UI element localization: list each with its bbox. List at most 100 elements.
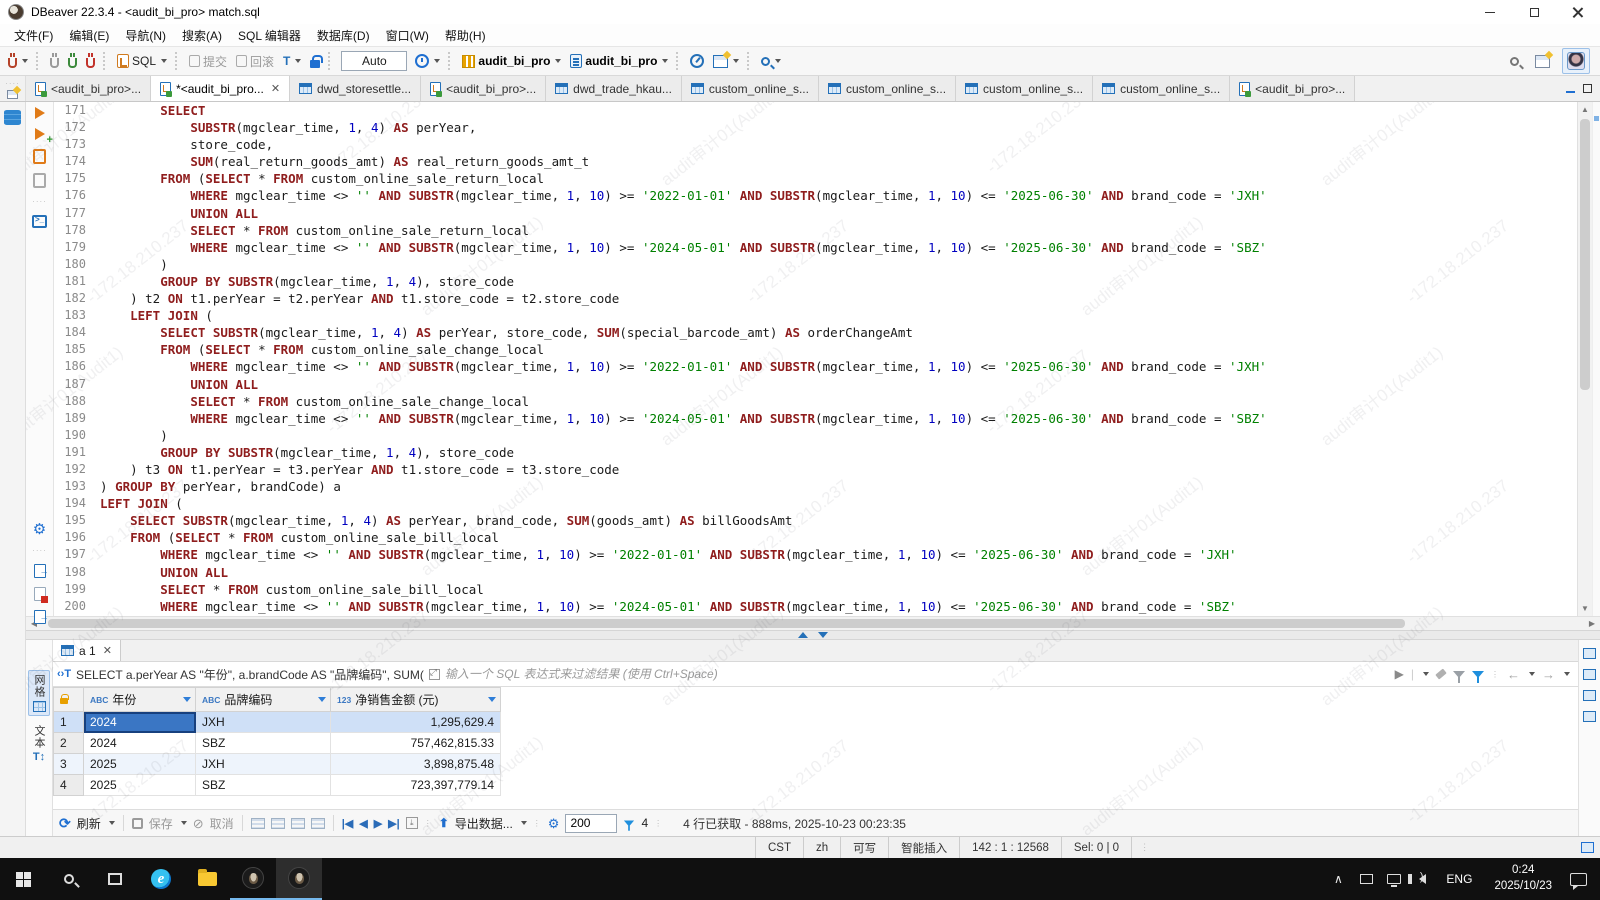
gear-icon[interactable]: ⚙ — [33, 522, 46, 537]
delete-row-icon[interactable] — [291, 818, 305, 829]
export-script-icon[interactable] — [34, 564, 46, 578]
database-selector[interactable]: audit_bi_pro — [458, 51, 565, 71]
close-icon[interactable]: ✕ — [271, 82, 280, 95]
database-navigator-icon[interactable] — [4, 110, 21, 125]
quick-access-search-button[interactable] — [1506, 54, 1523, 69]
table-row[interactable]: 32025JXH3,898,875.48 — [54, 754, 501, 775]
duplicate-row-icon[interactable] — [271, 818, 285, 829]
column-header[interactable]: ABC品牌编码 — [196, 688, 331, 712]
menu-item[interactable]: 窗口(W) — [378, 24, 437, 47]
menu-item[interactable]: SQL 编辑器 — [230, 24, 309, 47]
last-row-icon[interactable]: ▶| — [388, 817, 400, 830]
editor-tab[interactable]: *<audit_bi_pro... ✕ — [151, 76, 290, 101]
reconnect-button[interactable] — [64, 52, 81, 71]
connect-button[interactable] — [46, 52, 63, 71]
table-row[interactable]: 22024SBZ757,462,815.33 — [54, 733, 501, 754]
chevron-down-icon[interactable] — [1564, 672, 1570, 676]
editor-tab[interactable]: custom_online_s... — [1093, 76, 1230, 101]
custom-filter-icon[interactable] — [1472, 671, 1484, 678]
status-cell[interactable]: zh — [803, 837, 840, 858]
grid-cell[interactable]: 2025 — [84, 754, 196, 775]
grid-cell[interactable]: SBZ — [196, 733, 331, 754]
editor-tab[interactable]: <audit_bi_pro>... — [26, 76, 151, 101]
add-row-icon[interactable] — [251, 818, 265, 829]
open-perspective-button[interactable] — [1531, 52, 1554, 71]
sql-console-icon[interactable] — [32, 215, 47, 228]
apply-filter-icon[interactable]: ▶ — [1395, 667, 1404, 681]
row-number[interactable]: 4 — [54, 775, 84, 796]
editor-tab[interactable]: custom_online_s... — [682, 76, 819, 101]
editor-tab[interactable]: <audit_bi_pro>... — [1230, 76, 1355, 101]
table-row[interactable]: 42025SBZ723,397,779.14 — [54, 775, 501, 796]
maximize-panel-button[interactable] — [1583, 84, 1592, 93]
expand-up-icon[interactable] — [798, 632, 808, 638]
close-button[interactable] — [1556, 0, 1600, 24]
grid-cell[interactable]: JXH — [196, 712, 331, 733]
search-button[interactable] — [757, 54, 785, 69]
status-cell[interactable]: 142 : 1 : 12568 — [959, 837, 1061, 858]
fetch-page-icon[interactable]: ⤓ — [406, 817, 418, 829]
expand-filter-icon[interactable] — [429, 669, 440, 680]
filter-expression-input[interactable] — [445, 667, 1390, 681]
grid-corner-cell[interactable] — [54, 688, 84, 712]
grid-cell[interactable]: SBZ — [196, 775, 331, 796]
restore-panels-button[interactable]: ···· — [0, 76, 26, 101]
volume-tray-icon[interactable] — [1410, 865, 1434, 893]
grid-cell[interactable]: 2024 — [84, 733, 196, 754]
keyboard-tray-icon[interactable] — [1354, 865, 1378, 893]
maximize-button[interactable] — [1512, 0, 1556, 24]
minimize-panel-button[interactable] — [1566, 85, 1575, 93]
rollback-button[interactable]: 回滚 — [232, 50, 278, 73]
row-number[interactable]: 3 — [54, 754, 84, 775]
calc-panel-icon[interactable] — [1583, 669, 1596, 680]
editor-horizontal-scrollbar[interactable]: ◀ ▶ — [26, 616, 1600, 630]
explain-plan-icon[interactable] — [33, 173, 46, 188]
chevron-down-icon[interactable] — [1529, 672, 1535, 676]
presentation-tab-text[interactable]: 文本 T↕ — [29, 722, 49, 766]
sort-icon[interactable] — [183, 697, 191, 702]
cancel-button[interactable]: 取消 — [210, 815, 234, 832]
edit-row-icon[interactable] — [311, 818, 325, 829]
menu-item[interactable]: 搜索(A) — [174, 24, 230, 47]
erase-filter-icon[interactable] — [1435, 668, 1447, 679]
table-row[interactable]: 12024JXH1,295,629.4 — [54, 712, 501, 733]
scroll-up-icon[interactable]: ▲ — [1578, 102, 1592, 117]
chevron-down-icon[interactable] — [1423, 672, 1429, 676]
remove-filter-icon[interactable] — [1453, 671, 1465, 678]
dbeaver-taskbar-button[interactable] — [230, 858, 276, 900]
back-icon[interactable]: ← — [1507, 667, 1520, 682]
next-row-icon[interactable]: ▶ — [374, 817, 382, 830]
editor-tab[interactable]: dwd_trade_hkau... — [546, 76, 682, 101]
status-cell[interactable]: Sel: 0 | 0 — [1061, 837, 1132, 858]
close-icon[interactable]: ✕ — [103, 644, 112, 657]
chevron-down-icon[interactable] — [181, 821, 187, 825]
problems-doc-icon[interactable] — [34, 587, 46, 601]
grid-cell[interactable]: 1,295,629.4 — [331, 712, 501, 733]
status-cell[interactable]: CST — [755, 837, 803, 858]
sql-editor-button[interactable]: SQL — [113, 51, 171, 71]
menu-item[interactable]: 导航(N) — [117, 24, 174, 47]
execute-statement-icon[interactable] — [35, 107, 45, 119]
start-button[interactable] — [0, 858, 46, 900]
status-cell[interactable]: 可写 — [840, 837, 888, 858]
editor-tab[interactable]: custom_online_s... — [956, 76, 1093, 101]
filter-count-icon[interactable] — [624, 820, 634, 826]
presentation-tab-grid[interactable]: 网格 — [28, 670, 50, 716]
results-grid[interactable]: ABC年份ABC品牌编码123净销售金额 (元)12024JXH1,295,62… — [53, 687, 1578, 809]
grid-cell[interactable]: 2025 — [84, 775, 196, 796]
sort-icon[interactable] — [318, 697, 326, 702]
status-cell[interactable]: 智能插入 — [888, 837, 959, 858]
editor-tab[interactable]: dwd_storesettle... — [290, 76, 421, 101]
fetch-size-input[interactable] — [565, 814, 617, 833]
previous-row-icon[interactable]: ◀ — [359, 817, 367, 830]
menu-item[interactable]: 数据库(D) — [309, 24, 378, 47]
save-button[interactable]: 保存 — [149, 815, 173, 832]
row-number[interactable]: 2 — [54, 733, 84, 754]
sql-editor[interactable]: 171 SELECT172 SUBSTR(mgclear_time, 1, 4)… — [54, 102, 1577, 616]
edge-button[interactable]: e — [138, 858, 184, 900]
value-viewer-icon[interactable] — [1583, 648, 1596, 659]
forward-icon[interactable]: → — [1542, 667, 1555, 682]
grid-cell[interactable]: 723,397,779.14 — [331, 775, 501, 796]
disconnect-button[interactable] — [82, 52, 99, 71]
export-data-button[interactable]: 导出数据... — [455, 815, 513, 832]
